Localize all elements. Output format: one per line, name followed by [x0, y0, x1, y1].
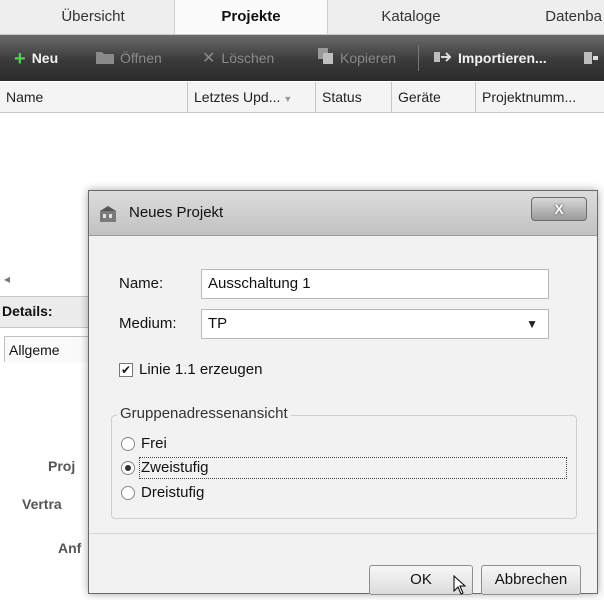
- details-field-project: Proj: [48, 458, 76, 474]
- new-button-label: Neu: [31, 50, 59, 66]
- medium-select-value: TP: [208, 315, 228, 332]
- new-button[interactable]: + Neu: [14, 35, 58, 81]
- column-header-last-update[interactable]: Letztes Upd... ▼: [188, 82, 316, 112]
- radio-free[interactable]: [121, 437, 135, 451]
- radio-two-level-label: Zweistufig: [141, 459, 209, 476]
- tab-overview[interactable]: Übersicht: [18, 0, 168, 34]
- close-button[interactable]: X: [531, 197, 587, 221]
- tab-projects[interactable]: Projekte: [174, 0, 328, 34]
- delete-button-label: Löschen: [221, 50, 275, 66]
- details-title: Details:: [2, 303, 53, 319]
- column-header-project-number[interactable]: Projektnumm...: [476, 82, 604, 112]
- medium-label: Medium:: [119, 315, 177, 332]
- radio-free-label: Frei: [141, 435, 167, 452]
- delete-icon: ✕: [202, 50, 216, 68]
- new-project-dialog: Neues Projekt X Name: Ausschaltung 1 Med…: [88, 190, 598, 595]
- details-field-contract: Vertra: [22, 496, 62, 512]
- copy-button[interactable]: Kopieren: [318, 35, 396, 81]
- group-address-view-title: Gruppenadressenansicht: [117, 405, 291, 422]
- import-button[interactable]: Importieren...: [434, 35, 547, 81]
- tab-catalogs[interactable]: Kataloge: [336, 0, 486, 34]
- folder-icon: [96, 36, 114, 82]
- column-header-name[interactable]: Name: [0, 82, 188, 112]
- delete-button[interactable]: ✕ Löschen: [202, 35, 274, 81]
- toolbar-separator: [418, 45, 419, 71]
- name-label: Name:: [119, 275, 164, 292]
- details-field-request: Anf: [58, 540, 82, 556]
- medium-select[interactable]: TP ▼: [201, 309, 549, 339]
- create-line-checkbox[interactable]: ✔: [119, 363, 133, 377]
- close-icon: X: [554, 201, 564, 217]
- radio-two-level[interactable]: [121, 461, 135, 475]
- project-app-icon: [99, 205, 119, 228]
- project-toolbar: + Neu Öffnen ✕ Löschen Kopieren Importiere…: [0, 35, 604, 81]
- import-button-label: Importieren...: [458, 50, 547, 66]
- open-button-label: Öffnen: [120, 50, 162, 66]
- radio-three-level[interactable]: [121, 486, 135, 500]
- main-tab-bar: Übersicht Projekte Kataloge Datenba: [0, 0, 604, 35]
- cancel-button[interactable]: Abbrechen: [481, 565, 581, 595]
- open-button[interactable]: Öffnen: [96, 35, 162, 81]
- sort-desc-icon: ▼: [283, 94, 293, 104]
- import-icon: [434, 36, 452, 82]
- chevron-down-icon: ▼: [526, 317, 538, 331]
- project-list-header: Name Letztes Upd... ▼ Status Geräte Proje…: [0, 82, 604, 113]
- copy-button-label: Kopieren: [340, 50, 397, 66]
- column-header-devices[interactable]: Geräte: [392, 82, 476, 112]
- column-header-last-update-label: Letztes Upd...: [194, 89, 281, 105]
- column-header-status[interactable]: Status: [316, 82, 392, 112]
- scroll-left-icon[interactable]: ◂: [4, 272, 10, 286]
- dialog-footer-divider: [89, 533, 597, 534]
- mouse-pointer-icon: [453, 574, 467, 600]
- dialog-title: Neues Projekt: [129, 204, 224, 221]
- copy-icon: [318, 36, 334, 82]
- dialog-titlebar[interactable]: Neues Projekt X: [89, 191, 597, 236]
- create-line-label: Linie 1.1 erzeugen: [139, 361, 263, 378]
- export-icon[interactable]: [584, 51, 598, 70]
- name-field[interactable]: Ausschaltung 1: [201, 269, 549, 299]
- tab-general[interactable]: Allgeme: [4, 336, 94, 362]
- tab-database[interactable]: Datenba: [500, 0, 604, 34]
- plus-icon: +: [14, 48, 26, 71]
- radio-three-level-label: Dreistufig: [141, 484, 205, 501]
